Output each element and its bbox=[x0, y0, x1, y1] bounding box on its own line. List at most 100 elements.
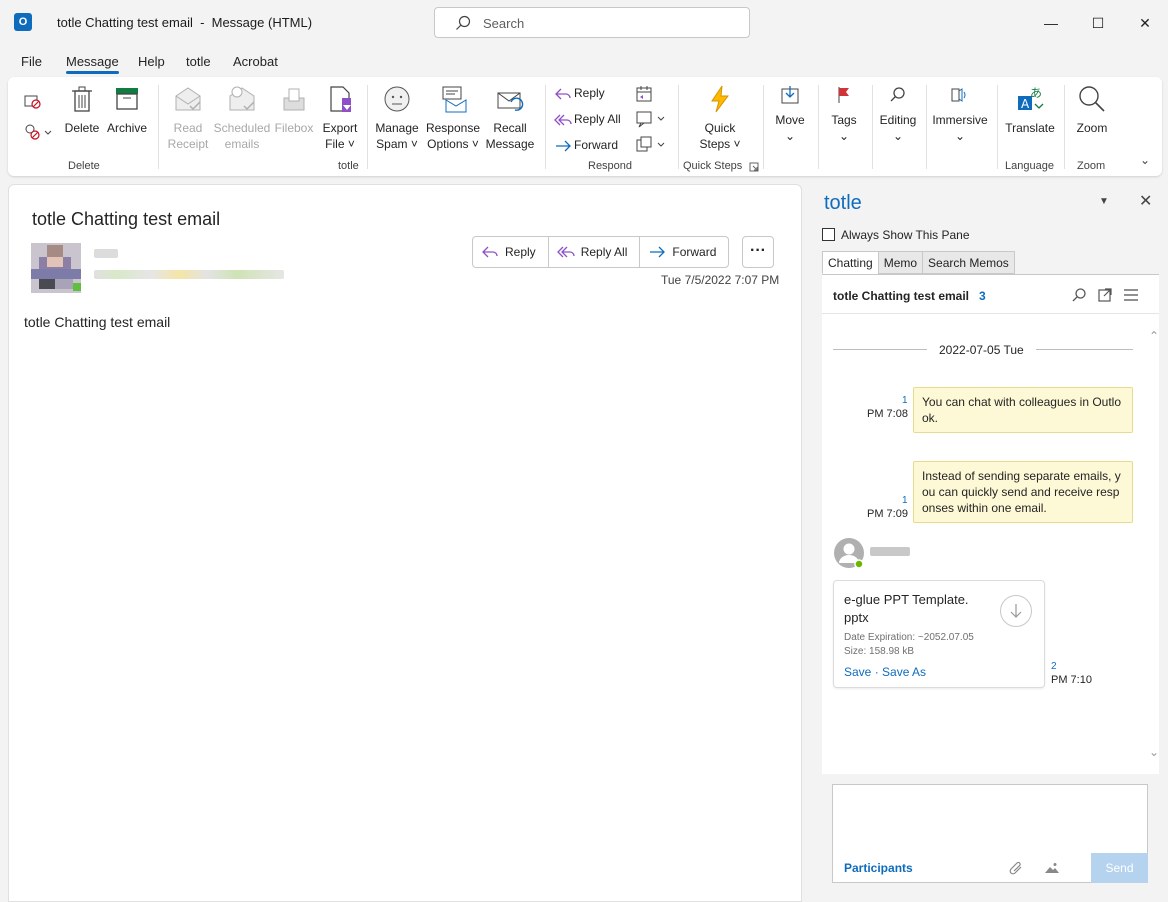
tab-search-memos[interactable]: Search Memos bbox=[922, 251, 1015, 274]
chat-scrollbar[interactable] bbox=[1159, 274, 1168, 774]
message-time: PM 7:08 bbox=[867, 408, 908, 420]
search-input[interactable]: Search bbox=[434, 7, 750, 38]
chat-bubble-line: ou can quickly send and receive resp bbox=[922, 485, 1120, 499]
menu-acrobat[interactable]: Acrobat bbox=[233, 54, 278, 69]
message-date: Tue 7/5/2022 7:07 PM bbox=[661, 273, 780, 287]
reply-button[interactable]: Reply bbox=[473, 237, 549, 267]
more-actions-button[interactable]: ··· bbox=[742, 236, 774, 268]
reply-all-button[interactable]: Reply All bbox=[549, 237, 641, 267]
group-label-respond: Respond bbox=[588, 160, 633, 172]
pane-close-icon[interactable]: ✕ bbox=[1139, 191, 1152, 211]
junk-icon[interactable] bbox=[23, 123, 55, 141]
filebox-button[interactable]: Filebox bbox=[272, 84, 316, 136]
delete-button[interactable]: Delete bbox=[63, 84, 101, 136]
move-button[interactable]: Move ⌄ bbox=[770, 84, 810, 144]
response-options-icon bbox=[442, 86, 467, 113]
translate-button[interactable]: Aあ Translate bbox=[1002, 84, 1058, 136]
menu-help[interactable]: Help bbox=[138, 54, 165, 69]
editing-button[interactable]: Editing ⌄ bbox=[876, 84, 920, 144]
search-icon[interactable] bbox=[1071, 287, 1087, 303]
forward-icon bbox=[650, 246, 666, 258]
more-respond-icon[interactable] bbox=[635, 136, 667, 154]
ribbon-separator bbox=[367, 85, 368, 169]
export-file-icon bbox=[330, 86, 351, 112]
immersive-chevron-icon: ⌄ bbox=[954, 129, 966, 143]
pane-dropdown-icon[interactable]: ▼ bbox=[1099, 196, 1109, 207]
chat-area: totle Chatting test email 3 ⌃ 2022-07-05… bbox=[822, 274, 1159, 774]
message-body: totle Chatting test email bbox=[24, 314, 171, 330]
ribbon-separator bbox=[926, 85, 927, 169]
tags-button[interactable]: Tags ⌄ bbox=[826, 84, 862, 144]
ribbon-forward-button[interactable]: Forward bbox=[554, 138, 618, 154]
zoom-label: Zoom bbox=[1076, 121, 1108, 135]
minimize-button[interactable]: — bbox=[1040, 12, 1062, 34]
move-label: Move bbox=[775, 113, 805, 127]
zoom-button[interactable]: Zoom bbox=[1070, 84, 1114, 136]
user-avatar-icon bbox=[834, 538, 864, 569]
scroll-down-icon[interactable]: ⌄ bbox=[1149, 745, 1159, 759]
ribbon-reply-button[interactable]: Reply bbox=[554, 86, 605, 102]
collapse-ribbon-chevron-icon[interactable]: ⌄ bbox=[1140, 153, 1150, 167]
file-size: Size: 158.98 kB bbox=[844, 646, 915, 657]
export-file-label-1: Export bbox=[322, 121, 358, 135]
menu-message[interactable]: Message bbox=[66, 54, 119, 74]
search-placeholder: Search bbox=[483, 16, 525, 31]
close-button[interactable]: ✕ bbox=[1134, 12, 1156, 34]
tags-label: Tags bbox=[831, 113, 857, 127]
reply-all-icon bbox=[554, 114, 572, 126]
menu-icon[interactable] bbox=[1123, 287, 1139, 303]
tab-memo[interactable]: Memo bbox=[877, 251, 924, 274]
export-file-button[interactable]: Export File ˅ bbox=[319, 84, 361, 152]
date-separator-label: 2022-07-05 Tue bbox=[927, 343, 1036, 357]
save-as-link[interactable]: Save As bbox=[882, 665, 926, 679]
file-links: Save · Save As bbox=[844, 665, 926, 679]
manage-spam-label-2: Spam ˅ bbox=[376, 137, 418, 151]
read-receipt-button[interactable]: Read Receipt bbox=[166, 84, 210, 152]
immersive-button[interactable]: Immersive ⌄ bbox=[930, 84, 990, 144]
archive-button[interactable]: Archive bbox=[105, 84, 149, 136]
quick-steps-button[interactable]: Quick Steps ˅ bbox=[690, 84, 750, 152]
forward-button[interactable]: Forward bbox=[640, 237, 728, 267]
read-receipt-icon bbox=[175, 87, 201, 111]
attach-icon[interactable] bbox=[1009, 861, 1025, 875]
scheduled-label-1: Scheduled bbox=[213, 121, 271, 135]
ribbon-separator bbox=[158, 85, 159, 169]
menu-totle[interactable]: totle bbox=[186, 54, 211, 69]
popout-icon[interactable] bbox=[1097, 287, 1113, 303]
always-show-checkbox[interactable] bbox=[822, 228, 835, 241]
archive-label: Archive bbox=[106, 121, 147, 135]
response-options-button[interactable]: Response Options ˅ bbox=[422, 84, 484, 152]
file-expiration: Date Expiration: ~2052.07.05 bbox=[844, 632, 974, 643]
ribbon-separator bbox=[818, 85, 819, 169]
chat-compose-input[interactable]: Participants Send bbox=[832, 784, 1148, 883]
image-icon[interactable] bbox=[1044, 861, 1060, 875]
ribbon-separator bbox=[872, 85, 873, 169]
read-receipt-label-1: Read bbox=[173, 121, 203, 135]
recall-message-button[interactable]: Recall Message bbox=[484, 84, 536, 152]
editing-chevron-icon: ⌄ bbox=[892, 129, 904, 143]
avatar-block bbox=[31, 269, 81, 279]
dialog-launcher-icon[interactable] bbox=[749, 162, 759, 172]
side-pane-title: totle bbox=[824, 192, 862, 214]
file-name-line: pptx bbox=[844, 610, 869, 625]
participants-link[interactable]: Participants bbox=[844, 861, 913, 875]
manage-spam-button[interactable]: Manage Spam ˅ bbox=[372, 84, 422, 152]
tab-chatting[interactable]: Chatting bbox=[822, 251, 879, 274]
title-bar: O totle Chatting test email - Message (H… bbox=[0, 0, 1168, 46]
download-button[interactable] bbox=[1000, 595, 1032, 627]
scheduled-emails-button[interactable]: Scheduled emails bbox=[211, 84, 273, 152]
save-link[interactable]: Save bbox=[844, 665, 871, 679]
ignore-icon[interactable] bbox=[23, 93, 43, 111]
send-button[interactable]: Send bbox=[1091, 853, 1148, 883]
im-reply-icon[interactable] bbox=[635, 110, 667, 128]
message-actions: Reply Reply All Forward bbox=[472, 236, 730, 268]
quick-steps-label-1: Quick bbox=[704, 121, 736, 135]
group-label-language: Language bbox=[1005, 160, 1054, 172]
manage-spam-label-1: Manage bbox=[375, 121, 419, 135]
meeting-icon[interactable] bbox=[635, 85, 655, 103]
chat-count-badge: 3 bbox=[979, 289, 986, 303]
ribbon-reply-all-button[interactable]: Reply All bbox=[554, 112, 621, 128]
maximize-button[interactable]: ☐ bbox=[1087, 12, 1109, 34]
menu-file[interactable]: File bbox=[21, 54, 42, 69]
scroll-up-icon[interactable]: ⌃ bbox=[1149, 329, 1159, 343]
